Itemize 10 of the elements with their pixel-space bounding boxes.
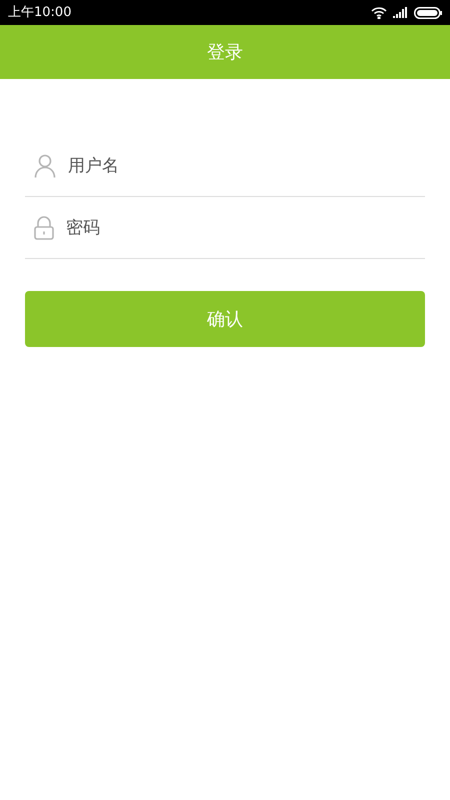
lock-icon: [34, 216, 54, 240]
wifi-icon: [371, 6, 387, 18]
user-icon: [34, 154, 56, 178]
header-title: 登录: [207, 40, 243, 64]
status-time: 上午10:00: [8, 4, 72, 22]
input-field[interactable]: 密码: [66, 208, 425, 248]
input-field[interactable]: 用户名: [68, 146, 425, 186]
confirm-button[interactable]: 确认: [25, 291, 425, 347]
signal-icon: [393, 7, 408, 18]
battery-icon: [414, 6, 442, 18]
